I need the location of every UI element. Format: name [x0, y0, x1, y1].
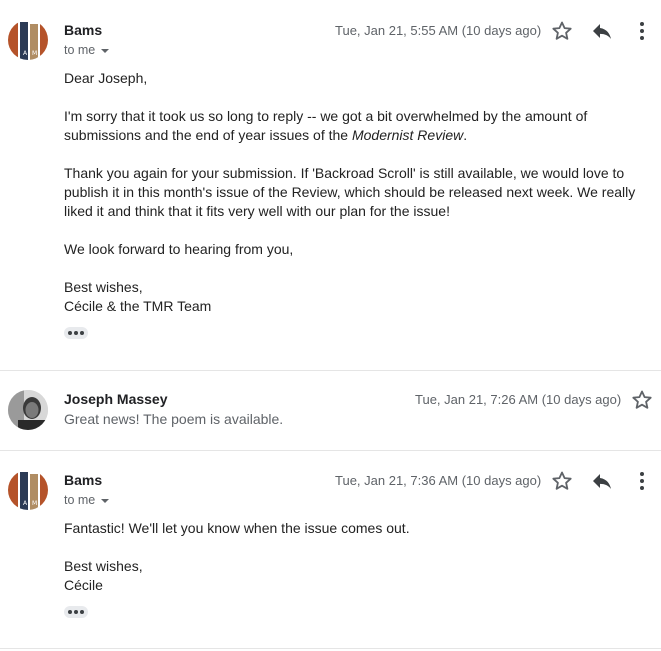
star-icon — [632, 390, 652, 409]
caret-down-icon — [101, 48, 110, 53]
recipient-label: to me — [64, 493, 96, 507]
reply-icon — [593, 24, 611, 39]
paragraph-text: I'm sorry that it took us so long to rep… — [64, 108, 588, 143]
dot — [68, 331, 72, 335]
reply-button[interactable] — [590, 469, 614, 493]
more-vert-icon — [640, 472, 644, 490]
bams-avatar[interactable]: A M — [8, 470, 48, 510]
signature-block: Best wishes, Cécile — [64, 557, 657, 595]
modernist-review-logo: A M — [8, 470, 48, 510]
star-button[interactable] — [630, 388, 654, 412]
greeting: Dear Joseph, — [64, 70, 148, 86]
sender-name[interactable]: Joseph Massey — [64, 391, 168, 407]
show-trimmed-content-button[interactable] — [64, 327, 88, 339]
signoff: Best wishes, — [64, 279, 143, 295]
joseph-massey-avatar[interactable] — [8, 390, 48, 430]
star-icon — [552, 471, 572, 490]
star-icon — [552, 21, 572, 40]
bams-avatar[interactable]: A M — [8, 20, 48, 60]
paragraph: Fantastic! We'll let you know when the i… — [64, 520, 410, 536]
dot — [68, 610, 72, 614]
paragraph: We look forward to hearing from you, — [64, 241, 294, 257]
svg-text:M: M — [32, 50, 37, 57]
message-snippet: Great news! The poem is available. — [64, 411, 284, 427]
profile-photo — [8, 390, 48, 430]
star-button[interactable] — [550, 469, 574, 493]
caret-down-icon — [101, 498, 110, 503]
star-button[interactable] — [550, 19, 574, 43]
dot — [74, 331, 78, 335]
message-date: Tue, Jan 21, 7:26 AM (10 days ago) — [415, 392, 622, 407]
dot — [80, 610, 84, 614]
signature: Cécile & the TMR Team — [64, 298, 212, 314]
recipient-dropdown[interactable]: to me — [64, 493, 110, 507]
more-options-button[interactable] — [630, 19, 654, 43]
reply-icon — [593, 474, 611, 489]
publication-title: Modernist Review — [351, 127, 464, 143]
message-date: Tue, Jan 21, 7:36 AM (10 days ago) — [335, 473, 542, 488]
show-trimmed-content-button[interactable] — [64, 606, 88, 618]
sender-name[interactable]: Bams — [64, 472, 102, 488]
dot — [80, 331, 84, 335]
reply-button[interactable] — [590, 19, 614, 43]
signature: Cécile — [64, 577, 103, 593]
recipient-label: to me — [64, 43, 96, 57]
sender-name[interactable]: Bams — [64, 22, 102, 38]
modernist-review-logo: A M — [8, 20, 48, 60]
paragraph: Thank you again for your submission. If … — [64, 165, 636, 219]
more-vert-icon — [640, 22, 644, 40]
message-body: Dear Joseph, I'm sorry that it took us s… — [64, 69, 657, 316]
paragraph-text: . — [463, 127, 468, 143]
recipient-dropdown[interactable]: to me — [64, 43, 110, 57]
more-options-button[interactable] — [630, 469, 654, 493]
message-3: A M Bams to me Tue, Jan 21, 7:36 AM (10 … — [0, 451, 661, 651]
signoff: Best wishes, — [64, 558, 143, 574]
dot — [74, 610, 78, 614]
divider — [0, 648, 661, 649]
paragraph: I'm sorry that it took us so long to rep… — [64, 107, 657, 145]
message-date: Tue, Jan 21, 5:55 AM (10 days ago) — [335, 23, 542, 38]
message-1: A M Bams to me Tue, Jan 21, 5:55 AM (10 … — [0, 0, 661, 370]
signature-block: Best wishes, Cécile & the TMR Team — [64, 278, 657, 316]
svg-text:M: M — [32, 500, 37, 507]
message-body: Fantastic! We'll let you know when the i… — [64, 519, 657, 595]
message-2[interactable]: Joseph Massey Great news! The poem is av… — [0, 371, 661, 451]
